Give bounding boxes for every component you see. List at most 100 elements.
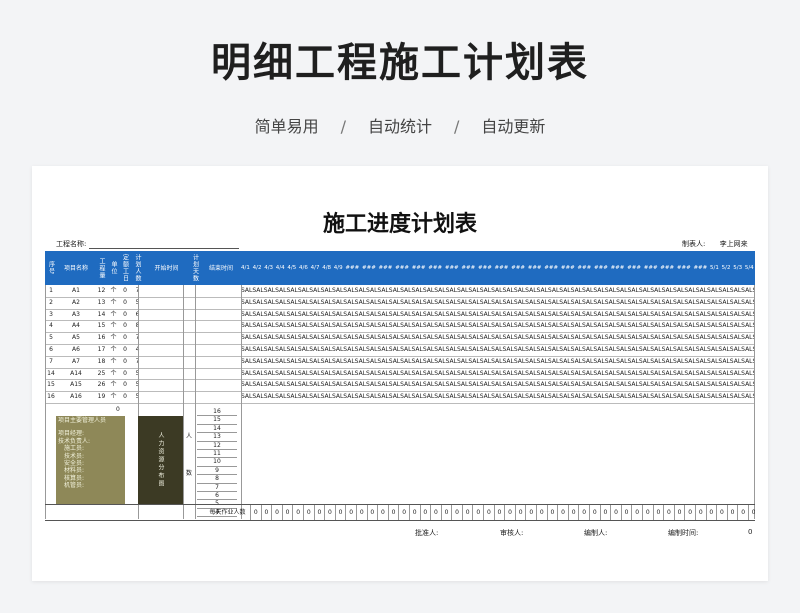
daily-workers-value: 0	[705, 505, 717, 520]
management-item: 机管员:	[64, 482, 85, 490]
hr-scale-tick: 14	[197, 425, 237, 434]
daily-workers-value: 0	[567, 505, 579, 520]
daily-workers-value: 0	[610, 505, 621, 520]
daily-workers-value: 0	[536, 505, 547, 520]
cell-seq: 3	[49, 310, 53, 318]
cell-quota: 0	[123, 346, 127, 353]
col-planned-days: 计划天数	[191, 254, 199, 282]
daily-workers-value: 0	[440, 505, 452, 520]
cell-unit: 个	[110, 381, 117, 389]
daily-workers-value: 0	[345, 505, 356, 520]
cell-qty: 13	[97, 298, 106, 306]
daily-workers-value: 0	[461, 505, 473, 520]
subtitle-easy: 简单易用	[254, 117, 319, 136]
col-item: 项目名称	[63, 264, 88, 272]
daily-workers-values: 0000000000000000000000000000000000000000…	[250, 505, 755, 520]
daily-workers-value: 0	[652, 505, 664, 520]
hr-scale-tick: 12	[197, 442, 237, 450]
daily-workers-value: 0	[589, 505, 600, 520]
daily-workers-value: 0	[673, 505, 685, 520]
management-item: 技术员:	[64, 452, 85, 460]
hr-box-label: 人力资源分布图	[157, 432, 164, 488]
daily-workers-value: 0	[324, 505, 335, 520]
cell-qty: 15	[97, 322, 106, 330]
daily-workers-value: 0	[684, 505, 695, 520]
daily-workers-value: 0	[578, 505, 589, 520]
management-item: 项目经理:	[58, 430, 85, 438]
project-name-line	[89, 241, 240, 249]
hr-scale-tick: 9	[197, 467, 237, 476]
col-planned-people: 计划人数	[134, 254, 141, 282]
hr-scale-tick: 11	[197, 450, 237, 459]
daily-workers-value: 0	[472, 505, 483, 520]
daily-workers-value: 0	[599, 505, 611, 520]
col-quota: 定额工日	[121, 254, 129, 282]
cell-unit: 个	[110, 334, 117, 342]
cell-unit: 个	[110, 346, 117, 353]
approver-label: 批准人:	[415, 529, 439, 537]
daily-workers-value: 0	[493, 505, 505, 520]
cell-qty: 26	[97, 381, 106, 389]
management-item: 材料员:	[64, 467, 85, 475]
cell-name: A15	[70, 381, 82, 389]
hero-title: 明细工程施工计划表	[211, 40, 589, 86]
hr-scale-tick: 7	[197, 484, 237, 492]
management-item: 施工员:	[64, 445, 85, 453]
sheet-card: 施工进度计划表 工程名称: 制表人: 李上网来 序号 项目名称 工程量 单位 定…	[32, 166, 768, 581]
cell-unit: 个	[110, 298, 117, 306]
cell-quota: 0	[123, 298, 127, 306]
cell-name: A16	[70, 393, 82, 401]
cell-seq: 2	[49, 298, 53, 306]
daily-workers-value: 0	[366, 505, 378, 520]
gantt-bar: SALSALSALSALSALSALSALSALSALSALSALSALSALS…	[241, 298, 755, 306]
hr-scale-tick: 8	[197, 475, 237, 484]
daily-workers-value: 0	[313, 505, 325, 520]
cell-name: A14	[70, 369, 82, 377]
hero-subtitle: 简单易用 / 自动统计 / 自动更新	[0, 113, 800, 137]
cell-unit: 个	[110, 310, 117, 318]
management-heading: 项目主要管理人员	[58, 417, 107, 424]
daily-workers-value: 0	[546, 505, 558, 520]
cell-quota: 0	[123, 310, 127, 318]
cell-quota: 0	[123, 334, 127, 342]
daily-workers-value: 0	[663, 505, 674, 520]
cell-seq: 15	[47, 381, 55, 389]
gantt-bar: SALSALSALSALSALSALSALSALSALSALSALSALSALS…	[241, 322, 755, 330]
cell-unit: 个	[110, 393, 117, 401]
cell-quota: 0	[123, 357, 127, 365]
cell-qty: 12	[97, 287, 106, 294]
daily-workers-value: 0	[387, 505, 399, 520]
cell-seq: 4	[49, 322, 53, 330]
hr-scale-tick: 16	[197, 408, 237, 417]
daily-workers-value: 0	[631, 505, 642, 520]
daily-workers-value: 0	[292, 505, 303, 520]
author-field: 制表人: 李上网来	[682, 239, 748, 249]
daily-workers-label: 每天作业人数	[209, 509, 246, 516]
daily-workers-value: 0	[747, 505, 755, 520]
daily-workers-value: 0	[271, 505, 282, 520]
daily-workers-value: 0	[737, 505, 748, 520]
cell-quota: 0	[123, 393, 127, 401]
project-name-field[interactable]: 工程名称:	[56, 239, 240, 249]
cell-seq: 5	[49, 334, 53, 342]
cell-quota: 0	[123, 287, 127, 294]
gantt-bar: SALSALSALSALSALSALSALSALSALSALSALSALSALS…	[241, 393, 755, 401]
table-row[interactable]: 16A1619个05SALSALSALSALSALSALSALSALSALSAL…	[45, 391, 755, 404]
cell-unit: 个	[110, 369, 117, 377]
cell-quota: 0	[123, 381, 127, 389]
daily-workers-value: 0	[398, 505, 409, 520]
hr-scale: 16 15 14 13 12 11 10 9 8 7 6 5 4	[197, 408, 237, 518]
subtitle-auto-update: 自动更新	[481, 117, 546, 136]
cell-qty: 14	[97, 310, 106, 318]
daily-workers-value: 0	[250, 505, 261, 520]
cell-qty: 25	[97, 369, 106, 377]
management-box: 项目主要管理人员 项目经理: 技术负责人: 施工员: 技术员: 安全员: 材料员…	[56, 416, 125, 504]
daily-workers-value: 0	[281, 505, 293, 520]
hr-scale-tick: 6	[197, 492, 237, 501]
cell-name: A2	[72, 298, 80, 306]
cell-seq: 1	[49, 287, 53, 294]
gantt-bar: SALSALSALSALSALSALSALSALSALSALSALSALSALS…	[241, 357, 755, 365]
compiler-label: 编制人:	[584, 529, 608, 537]
project-name-label: 工程名称:	[56, 240, 87, 248]
cell-name: A4	[72, 322, 80, 330]
